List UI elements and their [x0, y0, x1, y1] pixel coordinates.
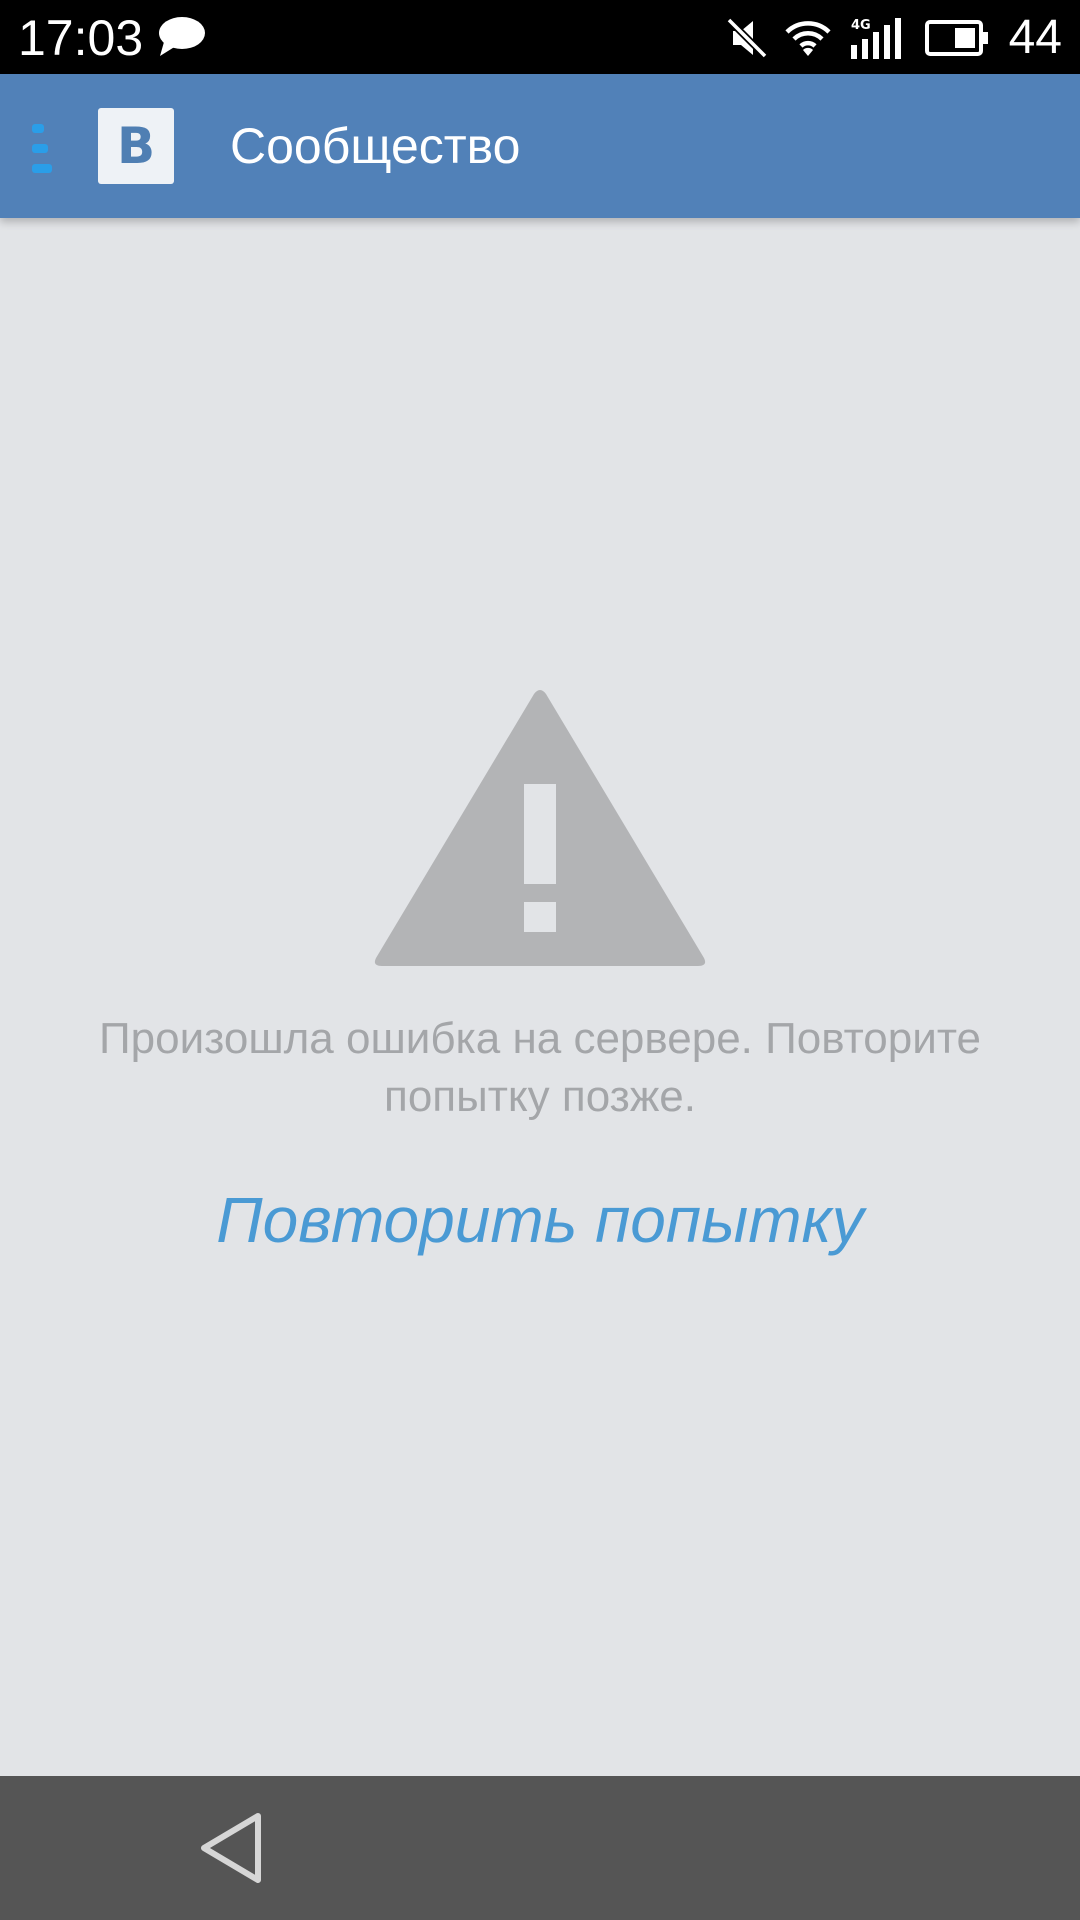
message-icon [159, 17, 205, 56]
error-message: Произошла ошибка на сервере. Повторите п… [99, 1014, 981, 1121]
wifi-icon [785, 21, 831, 56]
retry-button[interactable]: Повторить попытку [140, 1180, 940, 1260]
app-bar: B Сообщество [0, 74, 1080, 218]
battery-percent: 44 [1008, 11, 1062, 64]
status-bar: 17:03 4G 44 [0, 0, 1080, 74]
signal-4g-icon: 4G [850, 18, 901, 59]
nav-bar [0, 1776, 1080, 1920]
menu-icon[interactable] [26, 122, 58, 176]
page-title: Сообщество [230, 118, 521, 174]
battery-icon [924, 20, 988, 56]
warning-icon [374, 690, 706, 966]
mute-icon [726, 17, 767, 59]
svg-text:4G: 4G [851, 18, 871, 33]
back-icon[interactable] [196, 1810, 266, 1886]
status-time: 17:03 [18, 10, 144, 66]
vk-logo[interactable]: B [98, 108, 174, 184]
status-icons: 4G 44 [726, 10, 1062, 66]
